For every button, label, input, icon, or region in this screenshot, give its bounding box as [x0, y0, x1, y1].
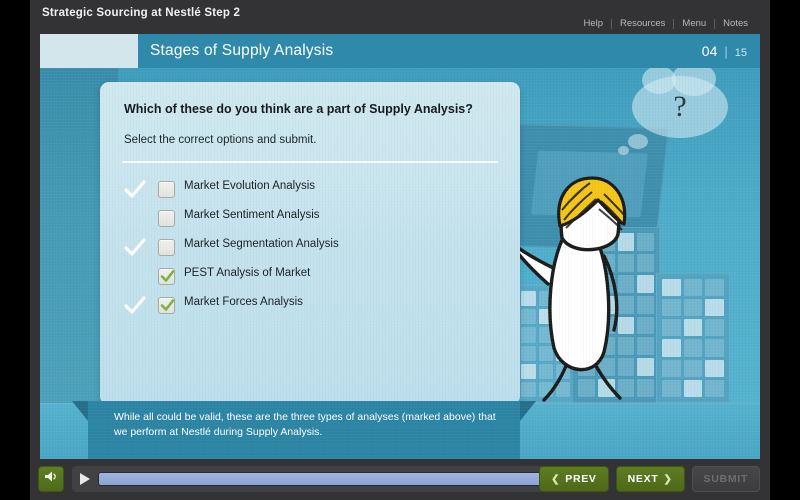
- page-separator: |: [724, 44, 728, 59]
- progress-bar[interactable]: [98, 472, 568, 486]
- submit-label: SUBMIT: [703, 473, 748, 485]
- submit-button: SUBMIT: [691, 466, 760, 492]
- course-title: Strategic Sourcing at Nestlé Step 2: [42, 7, 241, 19]
- prev-label: PREV: [565, 473, 597, 485]
- next-button[interactable]: NEXT ❯: [615, 466, 685, 492]
- question-panel: Which of these do you think are a part o…: [100, 82, 520, 405]
- question-mark-icon: ?: [673, 90, 687, 123]
- nav-help[interactable]: Help: [575, 18, 611, 29]
- total-pages: 15: [734, 47, 747, 59]
- options-list: Market Evolution Analysis Market Sentime…: [124, 176, 506, 321]
- correct-answer-check-icon: [124, 180, 146, 200]
- slide-canvas: ? Which of these do you think are a part…: [40, 68, 760, 459]
- option-label: PEST Analysis of Market: [184, 267, 311, 279]
- option-checkbox[interactable]: [158, 268, 175, 285]
- next-label: NEXT: [627, 473, 659, 485]
- question-instruction: Select the correct options and submit.: [124, 134, 317, 146]
- page-counter: 04 | 15: [702, 43, 747, 59]
- title-strip: Stages of Supply Analysis 04 | 15: [40, 34, 760, 68]
- control-bar: ❮ PREV NEXT ❯ SUBMIT: [30, 459, 770, 500]
- option-row[interactable]: Market Evolution Analysis: [124, 176, 506, 205]
- volume-button[interactable]: [38, 466, 64, 492]
- speaker-icon: [44, 470, 59, 488]
- option-label: Market Evolution Analysis: [184, 180, 316, 192]
- chevron-right-icon: ❯: [663, 473, 673, 485]
- option-label: Market Forces Analysis: [184, 296, 303, 308]
- page-title: Stages of Supply Analysis: [150, 42, 334, 59]
- correct-answer-check-icon: [124, 296, 146, 316]
- option-label: Market Sentiment Analysis: [184, 209, 320, 221]
- option-checkbox[interactable]: [158, 239, 175, 256]
- feedback-text: While all could be valid, these are the …: [114, 411, 496, 438]
- character-illustration: [500, 152, 670, 404]
- prev-button[interactable]: ❮ PREV: [539, 466, 609, 492]
- utility-nav: Help Resources Menu Notes: [575, 18, 756, 29]
- player-chrome: Strategic Sourcing at Nestlé Step 2 Help…: [30, 0, 770, 500]
- option-row[interactable]: PEST Analysis of Market: [124, 263, 506, 292]
- chevron-left-icon: ❮: [551, 473, 561, 485]
- option-row[interactable]: Market Sentiment Analysis: [124, 205, 506, 234]
- option-checkbox[interactable]: [158, 210, 175, 227]
- panel-divider: [122, 161, 498, 163]
- playback-track: [72, 466, 576, 492]
- progress-fill: [99, 473, 567, 485]
- nav-notes[interactable]: Notes: [715, 18, 756, 29]
- nav-menu[interactable]: Menu: [674, 18, 714, 29]
- option-row[interactable]: Market Forces Analysis: [124, 292, 506, 321]
- navigation-buttons: ❮ PREV NEXT ❯ SUBMIT: [539, 466, 760, 492]
- thought-bubble: ?: [632, 68, 728, 138]
- top-bar: Strategic Sourcing at Nestlé Step 2 Help…: [30, 0, 770, 34]
- question-prompt: Which of these do you think are a part o…: [124, 102, 473, 116]
- option-row[interactable]: Market Segmentation Analysis: [124, 234, 506, 263]
- option-checkbox[interactable]: [158, 297, 175, 314]
- play-button[interactable]: [80, 473, 90, 485]
- option-label: Market Segmentation Analysis: [184, 238, 339, 250]
- option-checkbox[interactable]: [158, 181, 175, 198]
- nav-resources[interactable]: Resources: [612, 18, 673, 29]
- correct-answer-check-icon: [124, 238, 146, 258]
- current-page: 04: [701, 43, 718, 59]
- title-tab-block: [40, 34, 138, 68]
- feedback-banner: While all could be valid, these are the …: [72, 401, 536, 459]
- player-stage: Strategic Sourcing at Nestlé Step 2 Help…: [0, 0, 800, 500]
